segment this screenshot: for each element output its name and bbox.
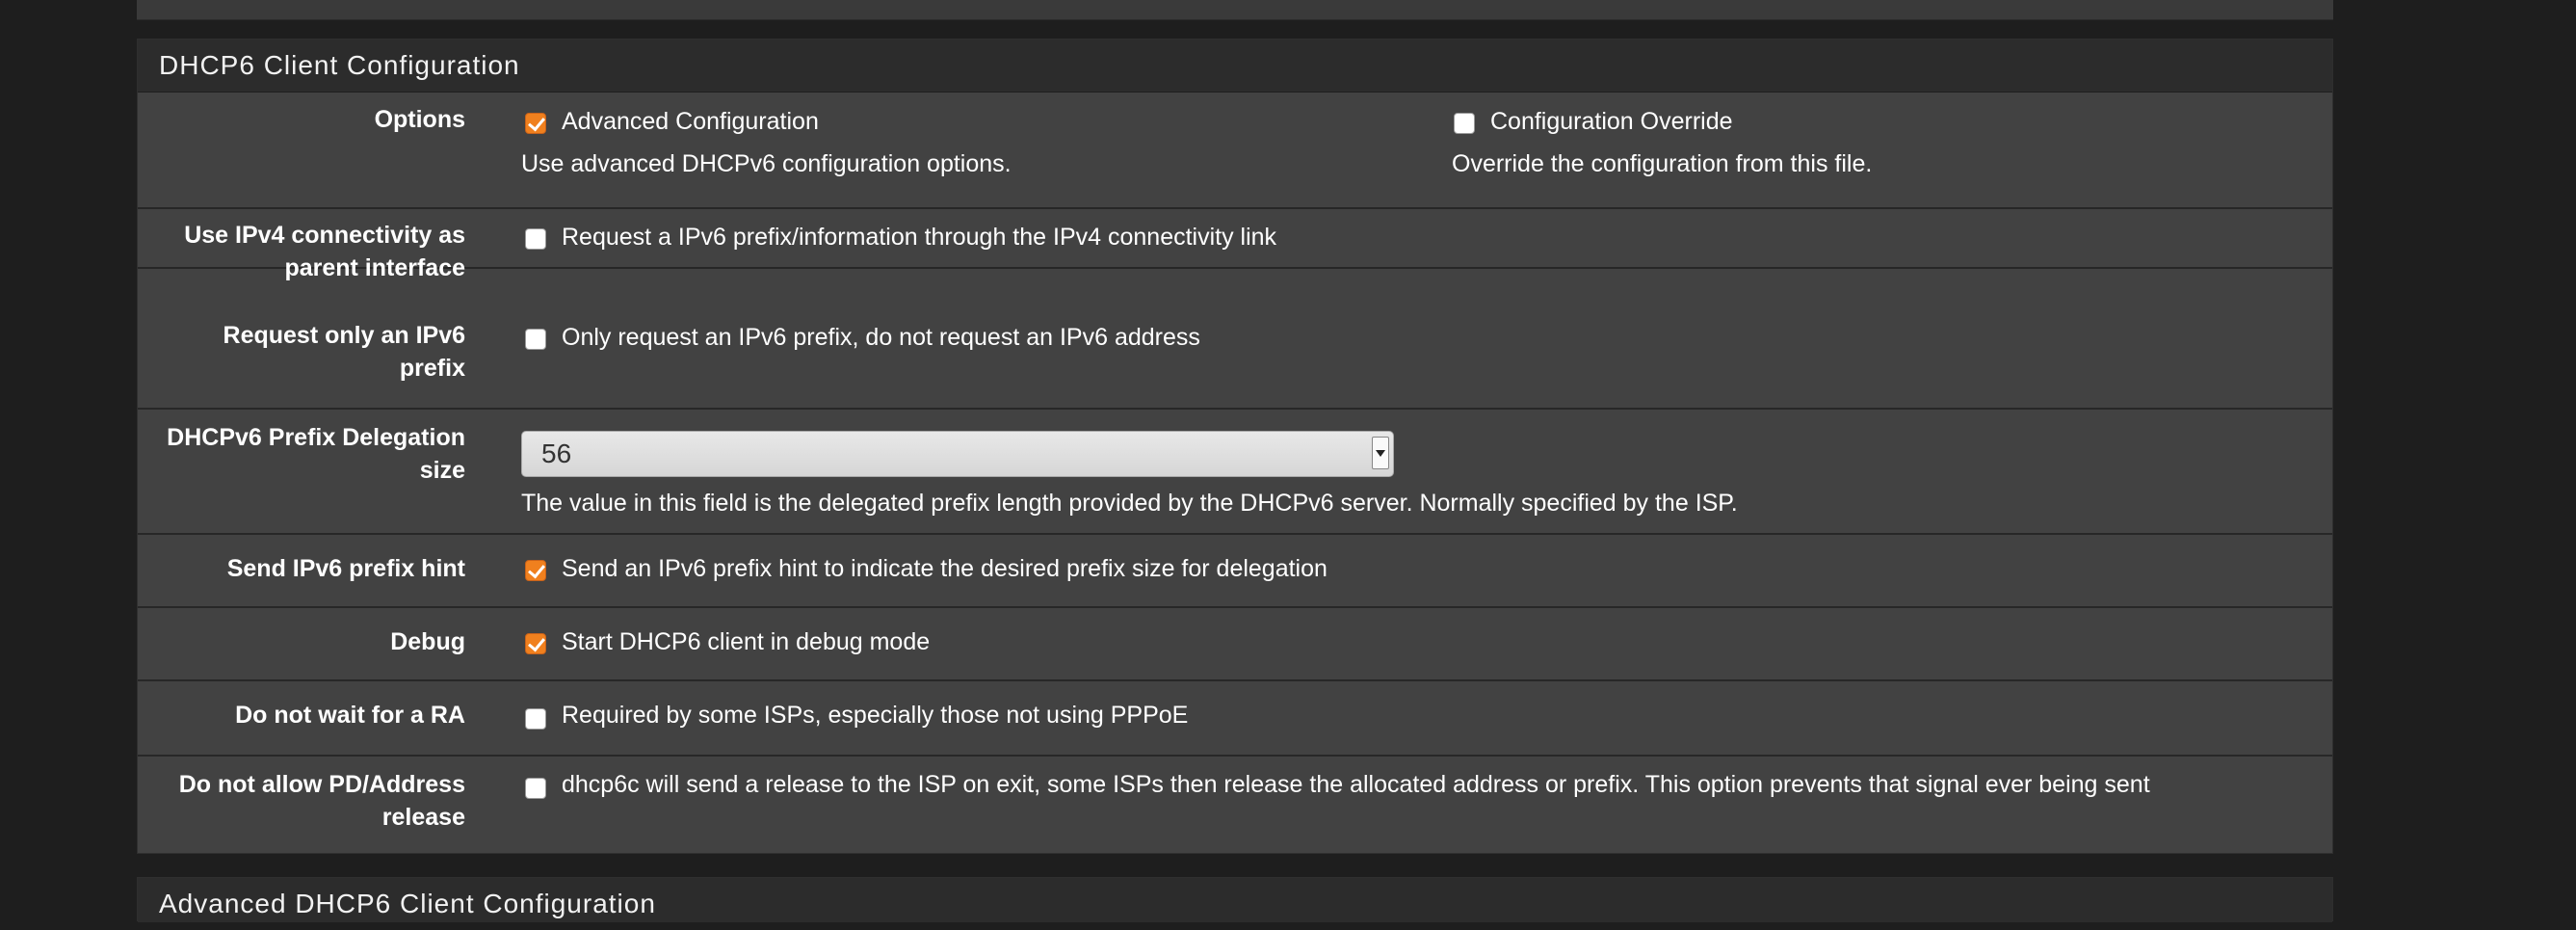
dhcp6-client-config-panel: DHCP6 Client Configuration Options Advan… [137,39,2333,854]
row-label-request-prefix-only: Request only an IPv6 prefix [147,319,465,385]
label-line-2: prefix [399,355,465,382]
row-send-prefix-hint: Send IPv6 prefix hint Send an IPv6 prefi… [138,535,2332,608]
send-prefix-hint-label: Send an IPv6 prefix hint to indicate the… [562,555,1327,582]
request-prefix-only-checkbox[interactable] [525,329,546,350]
row-label-no-wait-ra: Do not wait for a RA [235,702,465,729]
label-line-1: Do not allow PD/Address [178,771,465,798]
row-prefix-delegation-size: DHCPv6 Prefix Delegation size 56 The val… [138,410,2332,535]
previous-panel-edge [137,0,2333,20]
debug-checkbox[interactable] [525,633,546,654]
label-line-2: release [381,804,465,831]
row-no-pd-release: Do not allow PD/Address release dhcp6c w… [138,757,2332,855]
row-ipv4-connectivity: Use IPv4 connectivity as parent interfac… [138,209,2332,281]
row-label-prefix-delegation-size: DHCPv6 Prefix Delegation size [147,421,465,487]
next-section-title: Advanced DHCP6 Client Configuration [138,878,2332,922]
configuration-override-checkbox[interactable] [1454,113,1475,134]
row-debug: Debug Start DHCP6 client in debug mode [138,608,2332,681]
advanced-configuration-label: Advanced Configuration [562,108,819,135]
send-prefix-hint-checkbox[interactable] [525,560,546,581]
prefix-delegation-size-help: The value in this field is the delegated… [521,490,1738,517]
label-line-1: Request only an IPv6 [223,322,465,349]
row-label-ipv4-connectivity: Use IPv4 connectivity as parent interfac… [147,219,465,284]
chevron-down-icon[interactable] [1372,437,1389,469]
request-prefix-only-label: Only request an IPv6 prefix, do not requ… [562,324,1200,351]
row-no-wait-ra: Do not wait for a RA Required by some IS… [138,681,2332,757]
ipv4-connectivity-checkbox[interactable] [525,228,546,250]
advanced-dhcp6-client-config-panel: Advanced DHCP6 Client Configuration [137,877,2333,922]
advanced-configuration-checkbox[interactable] [525,113,546,134]
no-wait-ra-label: Required by some ISPs, especially those … [562,702,1189,729]
row-label-options: Options [374,106,465,133]
debug-label: Start DHCP6 client in debug mode [562,628,931,655]
section-title: DHCP6 Client Configuration [138,40,2332,93]
row-label-no-pd-release: Do not allow PD/Address release [147,768,465,834]
label-line-2: size [419,457,465,484]
select-value: 56 [541,438,572,468]
label-line-1: DHCPv6 Prefix Delegation [167,424,465,451]
label-line-2: parent interface [284,254,465,281]
label-line-1: Use IPv4 connectivity as [184,222,465,249]
ipv4-connectivity-label: Request a IPv6 prefix/information throug… [562,224,1277,251]
row-request-prefix-only: Request only an IPv6 prefix Only request… [138,309,2332,410]
row-label-debug: Debug [390,628,465,655]
row-options: Options Advanced Configuration Use advan… [138,92,2332,209]
prefix-delegation-size-select[interactable]: 56 [521,431,1394,477]
configuration-override-help: Override the configuration from this fil… [1452,150,1873,177]
advanced-configuration-help: Use advanced DHCPv6 configuration option… [521,150,1012,177]
configuration-override-label: Configuration Override [1490,108,1733,135]
no-wait-ra-checkbox[interactable] [525,708,546,730]
no-pd-release-checkbox[interactable] [525,778,546,799]
row-label-send-prefix-hint: Send IPv6 prefix hint [226,555,465,582]
no-pd-release-label: dhcp6c will send a release to the ISP on… [562,771,2150,798]
